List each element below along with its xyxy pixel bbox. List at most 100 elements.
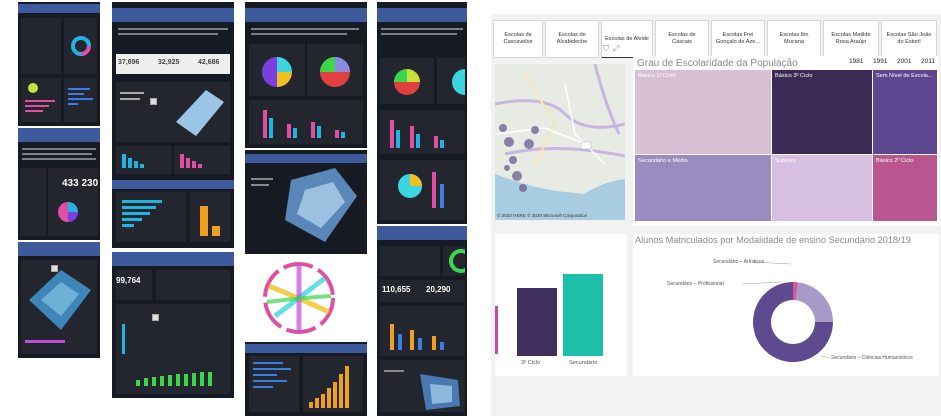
thumbnail-dashboard-8[interactable]: [245, 342, 367, 416]
slicer-button-cascais[interactable]: Escolas de Cascais: [655, 20, 709, 58]
thumbnail-panel: 37,696 32,925 42,686: [116, 54, 230, 74]
map-icon: [251, 168, 357, 242]
donut-label-artisticos: Secundário – Artísticos: [713, 259, 765, 265]
thumbnail-header: [18, 4, 100, 13]
thumbnail-header: [112, 180, 234, 189]
slicer-button-cascavelos[interactable]: Escolas de Cascavelos: [493, 20, 543, 58]
report-canvas: Escolas de Cascavelos Escolas de Alcabid…: [491, 14, 941, 416]
thumbnail-dashboard-1[interactable]: [18, 2, 100, 126]
thumbnail-panel: [21, 260, 97, 354]
treemap-cell-label: Básico 3º Ciclo: [775, 73, 813, 79]
thumbnail-dashboard-9[interactable]: [377, 2, 467, 224]
thumbnail-panel: 110,655 20,290: [380, 280, 465, 302]
thumbnail-panel: [64, 18, 97, 74]
thumbnail-panel: [116, 304, 230, 394]
thumbnail-panel: 99,764: [116, 270, 152, 300]
thumbnail-dashboard-6[interactable]: [245, 2, 367, 148]
slicer-button-alcabideche[interactable]: Escolas de Alcabideche: [545, 20, 599, 58]
kpi-value: 20,290: [426, 285, 451, 294]
map-background: [495, 64, 625, 220]
thumbnail-header: [377, 8, 467, 22]
pie-icon: [394, 69, 420, 95]
thumbnail-header: [245, 154, 367, 163]
screenshot-root: 433 230 37,696 32,925 42,686 99,764 110,…: [0, 0, 941, 416]
thumbnail-panel: [443, 246, 467, 276]
map-icon: [25, 270, 91, 343]
thumbnail-panel: [174, 146, 230, 174]
treemap-cell-sem-nivel[interactable]: Sem Nível de Escola...: [873, 70, 937, 154]
thumbnail-header: [112, 8, 234, 22]
thumbnail-panel: [21, 18, 61, 74]
map-visual[interactable]: © 2020 HERE © 2020 Microsoft Corporation: [495, 64, 625, 220]
kpi-value: 110,655: [382, 285, 411, 294]
donut-chart-card: Alunos Matriculados por Modalidade de en…: [633, 234, 939, 376]
thumbnail-header: [18, 128, 100, 142]
treemap-cell-basico-1-ciclo[interactable]: Básico 1º Ciclo: [635, 70, 771, 154]
thumbnail-dashboard-10[interactable]: 110,655 20,290: [377, 226, 467, 416]
donut-icon: [71, 36, 91, 56]
thumbnail-header: [245, 344, 367, 353]
donut-slice-1[interactable]: [795, 282, 833, 322]
chord-diagram-icon: [263, 262, 335, 334]
focus-mode-icon[interactable]: ⤢: [613, 44, 619, 54]
bar-1[interactable]: [563, 274, 603, 356]
thumbnail-panel: [156, 270, 230, 300]
pie-icon: [320, 57, 350, 87]
donut-label-profissional: Secundário – Profissional: [667, 281, 724, 287]
bar-chart-plot: [517, 274, 603, 356]
thumbnail-header: [377, 226, 467, 240]
thumbnail-header: [245, 8, 367, 22]
thumbnail-panel: [380, 306, 465, 356]
year-1991-button[interactable]: 1991: [873, 58, 887, 65]
year-1981-button[interactable]: 1981: [849, 58, 863, 65]
thumbnail-dashboard-5[interactable]: 99,764: [112, 252, 234, 398]
thumbnail-panel: [249, 44, 305, 96]
treemap-cell-basico-3-ciclo[interactable]: Básico 3º Ciclo: [772, 70, 872, 154]
thumbnail-panel: [380, 58, 434, 104]
bar-0[interactable]: [517, 288, 557, 356]
treemap-cell-label: Sem Nível de Escola...: [876, 73, 933, 79]
treemap-cell-superior[interactable]: Superior: [772, 155, 872, 221]
pie-icon: [262, 57, 292, 87]
kpi-value: 433 230: [62, 178, 99, 189]
kpi-value: 42,686: [198, 59, 220, 66]
thumbnail-dashboard-3[interactable]: [18, 242, 100, 358]
year-2011-button[interactable]: 2011: [921, 58, 935, 65]
kpi-value: 32,925: [158, 59, 180, 66]
treemap-cell-basico-2-ciclo[interactable]: Básico 2º Ciclo: [873, 155, 937, 221]
thumbnail-panel: [21, 78, 61, 122]
thumbnail-dashboard-2[interactable]: 433 230: [18, 128, 100, 240]
thumbnail-panel: [380, 160, 465, 220]
thumbnail-panel: [20, 168, 46, 236]
map-attribution: © 2020 HERE © 2020 Microsoft Corporation: [497, 213, 588, 218]
thumbnail-panel: [116, 146, 172, 174]
treemap-cell-label: Superior: [775, 158, 797, 164]
thumbnail-panel: [307, 44, 363, 96]
kpi-value: 37,696: [118, 59, 140, 66]
thumbnail-panel: [249, 356, 299, 412]
thumbnail-chord-diagram[interactable]: [245, 256, 367, 340]
treemap-cell-label: Básico 1º Ciclo: [638, 73, 676, 79]
bar-chart-category-label: 3º Ciclo: [521, 360, 541, 366]
treemap-title: Grau de Escolaridade da População: [637, 58, 798, 69]
slicer-button-frei-goncalo[interactable]: Escolas Frei Gonçalo de Aze...: [711, 20, 765, 58]
bar-chart-category-label: Secundário: [569, 360, 598, 366]
thumbnail-panel: [116, 192, 186, 242]
treemap-cell-label: Básico 2º Ciclo: [876, 158, 914, 164]
thumbnail-header: [112, 252, 234, 266]
thumbnail-panel: [190, 192, 230, 242]
thumbnail-dashboard-7[interactable]: [245, 150, 367, 254]
image-placeholder-icon: [150, 98, 157, 105]
year-2001-button[interactable]: 2001: [897, 58, 911, 65]
slicer-button-sao-joao[interactable]: Escolas São João do Estoril: [881, 20, 937, 58]
slicer-button-matilde-rosa[interactable]: Escolas Matilde Rosa Araújo: [823, 20, 879, 58]
thumbnail-panel: [249, 100, 363, 144]
thumbnail-dashboard-4[interactable]: 37,696 32,925 42,686: [112, 2, 234, 248]
bar-chart-card: 3º Ciclo Secundário: [495, 234, 627, 376]
filter-icon[interactable]: ⛉: [603, 44, 609, 54]
thumbnail-panel: [380, 360, 465, 412]
treemap-cell-secundario-medio[interactable]: Secundário e Médio: [635, 155, 771, 221]
thumbnail-panel: [64, 78, 97, 122]
thumbnail-header: [18, 242, 100, 256]
slicer-button-ibn-mucana[interactable]: Escolas Ibn Mucana: [767, 20, 821, 58]
